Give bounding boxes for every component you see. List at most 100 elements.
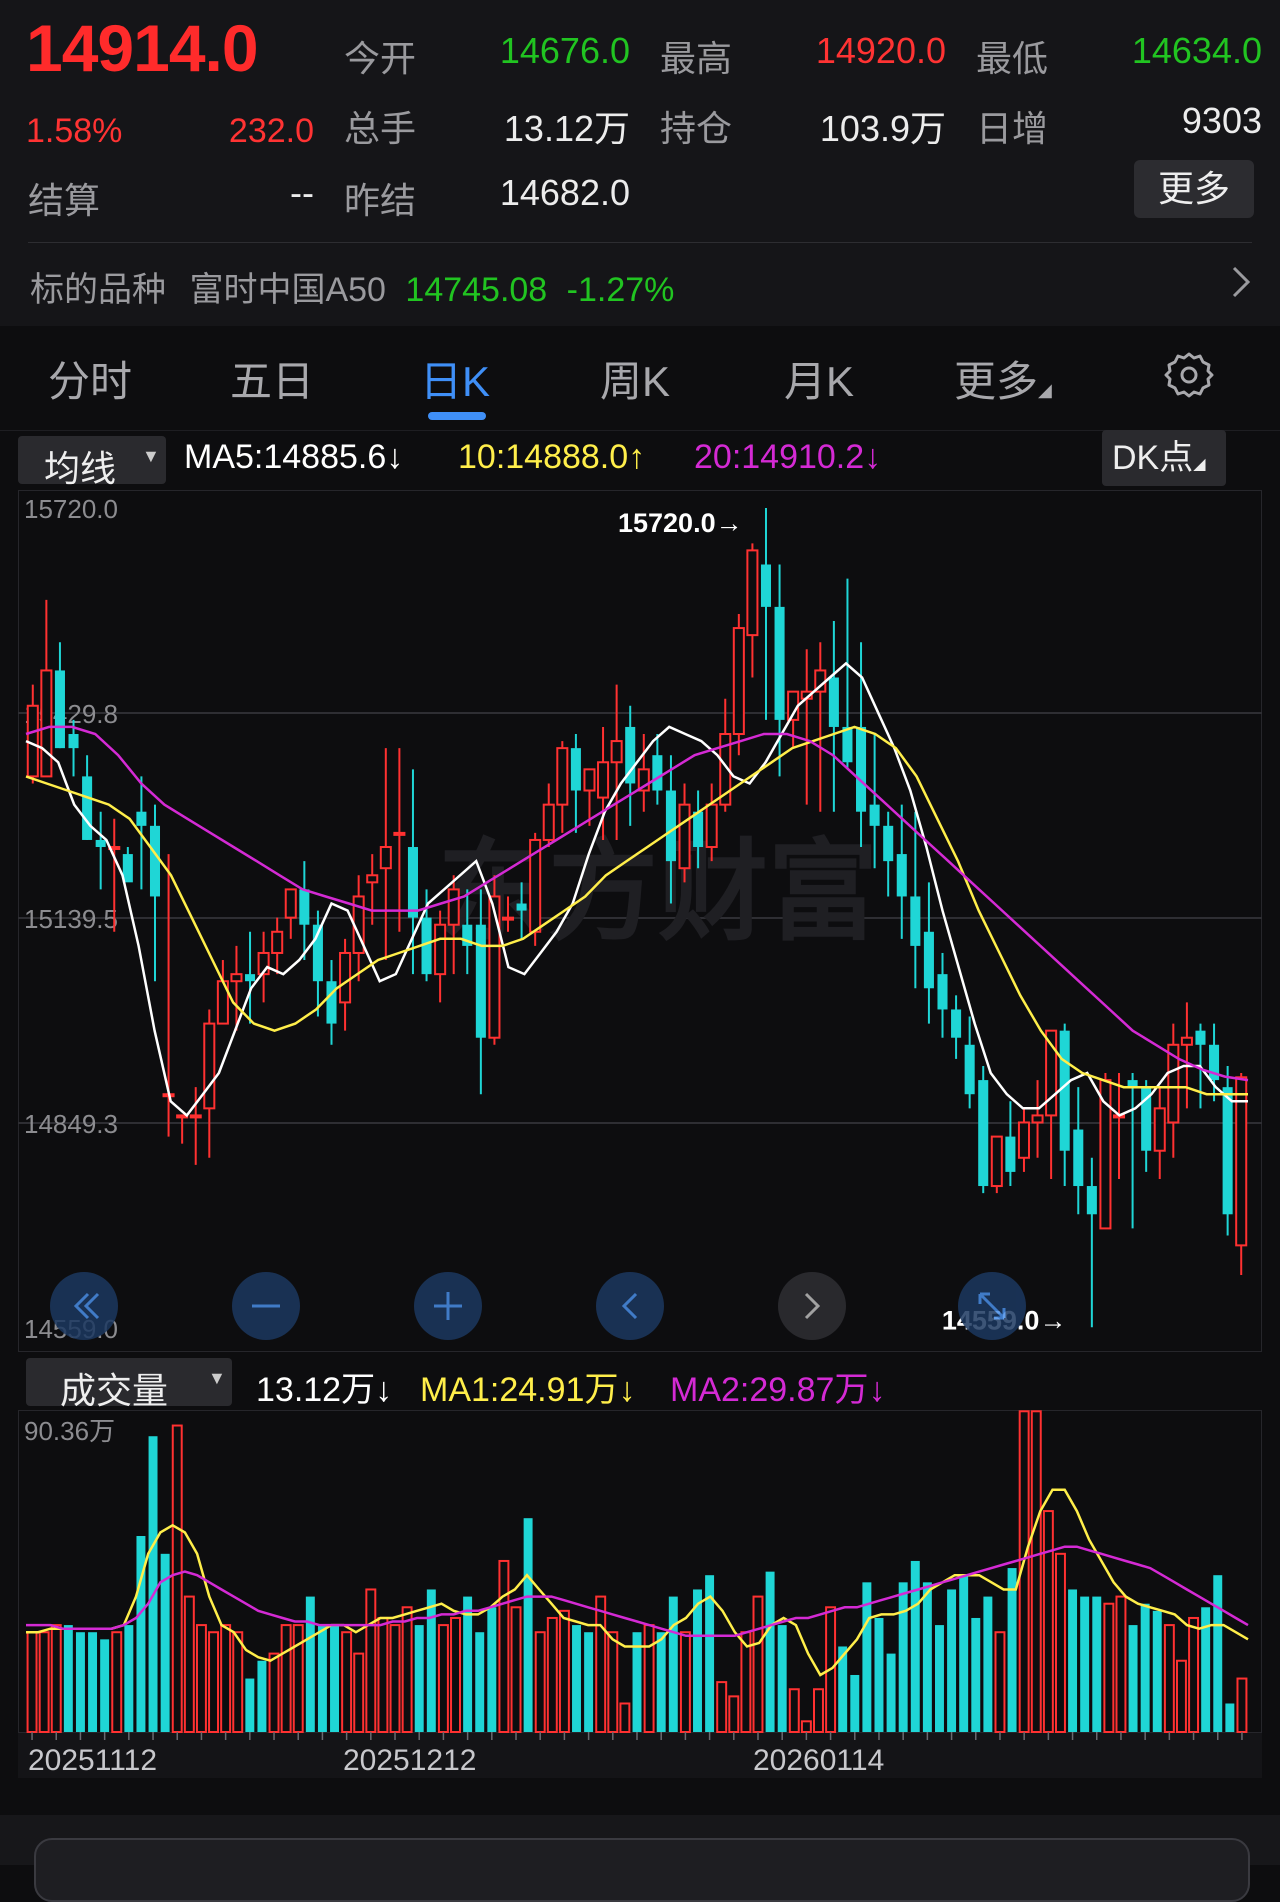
volume-bar	[1042, 1510, 1054, 1733]
y-tick-label: 14849.3	[24, 1109, 118, 1139]
volume-bar	[389, 1624, 401, 1733]
candle-body	[284, 888, 297, 919]
volume-bar	[220, 1624, 232, 1733]
candlestick-chart[interactable]: 15720.015429.815139.514849.314559.0东方财富1…	[18, 490, 1262, 1352]
volume-bar	[1092, 1596, 1102, 1732]
candle-body	[407, 847, 418, 918]
dk-point-button[interactable]: DK点◢	[1102, 430, 1226, 486]
volume-bar	[450, 1616, 461, 1733]
open-value: 14676.0	[499, 30, 630, 71]
volume-bar	[1236, 1677, 1248, 1734]
volume-value: 13.12万↓	[256, 1371, 393, 1409]
underlying-row[interactable]: 标的品种 富时中国A50 14745.08 -1.27%	[30, 262, 674, 311]
candle-body	[583, 768, 596, 792]
volume-bar	[619, 1702, 631, 1734]
volume-bar	[38, 1631, 50, 1734]
candle-body	[937, 974, 948, 1010]
low-value: 14634.0	[1131, 30, 1262, 71]
volume-bar	[947, 1589, 957, 1732]
volume-bar	[679, 1631, 691, 1734]
candle-body	[95, 839, 106, 848]
change-amount: 232.0	[228, 112, 314, 150]
candle-body	[1195, 1030, 1206, 1045]
volume-bar	[100, 1639, 110, 1732]
high-label: 最高	[660, 38, 733, 79]
volume-bar	[752, 1595, 764, 1733]
volume-bar	[898, 1582, 908, 1732]
candle-body	[326, 981, 337, 1024]
volume-bar	[934, 1625, 944, 1732]
volume-bar	[1152, 1610, 1162, 1732]
volume-bar	[148, 1436, 158, 1732]
scroll-left-button[interactable]	[596, 1272, 664, 1340]
chevron-right-icon[interactable]	[1228, 262, 1254, 312]
zoom-out-button[interactable]	[232, 1272, 300, 1340]
jump-start-button[interactable]	[50, 1272, 118, 1340]
fullscreen-button[interactable]	[958, 1272, 1026, 1340]
volume-bar	[584, 1632, 594, 1732]
volume-bar	[510, 1606, 522, 1733]
volume-bar	[765, 1571, 775, 1732]
candle-body	[447, 888, 460, 926]
volume-bar	[292, 1624, 304, 1733]
tab-monthly-k[interactable]: 月K	[784, 348, 854, 409]
volume-bar	[777, 1625, 787, 1732]
underlying-change: -1.27%	[566, 271, 675, 309]
indicator-dropdown[interactable]: 均线 ▼	[18, 436, 166, 489]
volume-indicator-dropdown[interactable]: 成交量 ▼	[26, 1358, 232, 1411]
volume-bar	[365, 1588, 377, 1733]
candle-body	[923, 931, 934, 989]
volume-bar	[463, 1596, 473, 1732]
volume-bar	[1188, 1616, 1200, 1733]
settle-label: 结算	[28, 180, 101, 221]
tab-more-label: 更多	[954, 358, 1039, 405]
candle-body	[1153, 1107, 1166, 1152]
candle-body	[597, 761, 610, 799]
tab-weekly-k[interactable]: 周K	[600, 348, 670, 409]
candle-body	[828, 677, 839, 727]
volume-bar	[572, 1625, 581, 1732]
candle-body	[1222, 1087, 1233, 1215]
gear-icon[interactable]	[1162, 348, 1216, 402]
candle-body	[54, 670, 65, 749]
volume-bar	[1140, 1603, 1150, 1732]
caret-down-icon: ▼	[142, 446, 160, 466]
volume-bar	[330, 1625, 340, 1732]
tab-intraday[interactable]: 分时	[48, 348, 132, 409]
candle-body	[245, 974, 256, 982]
tab-five-day[interactable]: 五日	[230, 348, 314, 409]
candle-body	[82, 776, 93, 840]
volume-bar	[922, 1582, 932, 1732]
bottom-input-box[interactable]	[34, 1838, 1250, 1902]
x-axis-date-label: 20251112	[28, 1744, 157, 1777]
candle-body	[68, 734, 79, 749]
tab-daily-k[interactable]: 日K	[420, 348, 490, 409]
volume-bar	[546, 1616, 558, 1733]
candle-body	[869, 804, 880, 826]
more-quote-button[interactable]: 更多	[1134, 160, 1254, 218]
candle-body	[693, 811, 704, 848]
volume-chart[interactable]: 90.36万 20251112 20251212 20260114	[18, 1410, 1262, 1778]
candle-body	[136, 811, 147, 826]
scroll-right-button[interactable]	[778, 1272, 846, 1340]
watermark-text: 东方财富	[438, 831, 878, 954]
candle-body	[149, 825, 161, 897]
candle-body	[542, 803, 555, 841]
tab-more[interactable]: 更多◢	[954, 348, 1052, 409]
volume-dropdown-label: 成交量	[60, 1370, 169, 1411]
volume-bar	[1054, 1552, 1066, 1733]
zoom-in-button[interactable]	[414, 1272, 482, 1340]
double-chevron-left-icon	[73, 1292, 100, 1320]
underlying-name: 富时中国A50	[189, 271, 386, 309]
open-interest-label: 持仓	[660, 108, 733, 149]
candle-body	[366, 874, 379, 884]
volume-bar	[874, 1617, 884, 1732]
candle-body	[1086, 1186, 1097, 1215]
volume-bar	[1068, 1589, 1078, 1732]
candle-body	[379, 846, 392, 870]
volume-bar	[498, 1559, 510, 1733]
candle-body	[705, 803, 718, 849]
volume-ma2: MA2:29.87万↓	[670, 1371, 886, 1409]
volume-bar	[63, 1625, 73, 1732]
caret-down-icon: ▼	[208, 1368, 226, 1388]
